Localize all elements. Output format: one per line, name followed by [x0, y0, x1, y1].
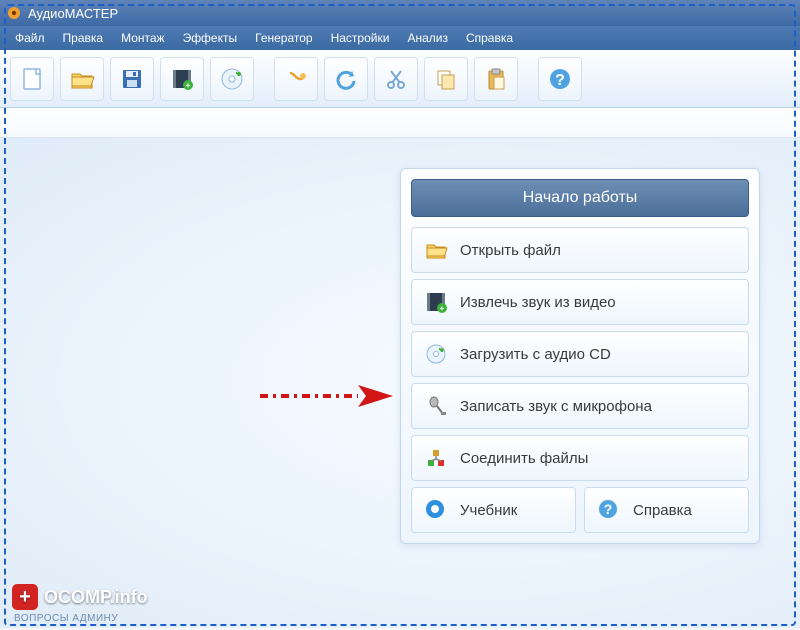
start-merge-files[interactable]: Соединить файлы — [411, 435, 749, 481]
merge-icon — [424, 446, 448, 470]
cd-icon — [424, 342, 448, 366]
toolbar-new[interactable] — [10, 57, 54, 101]
start-option-label: Загрузить с аудио CD — [460, 346, 611, 363]
start-bottom-label: Справка — [633, 502, 692, 519]
svg-text:+: + — [440, 304, 445, 313]
toolbar-undo[interactable] — [324, 57, 368, 101]
folder-icon — [424, 238, 448, 262]
start-help[interactable]: ? Справка — [584, 487, 749, 533]
toolbar-video-extract[interactable]: + — [160, 57, 204, 101]
app-window: АудиоМАСТЕР Файл Правка Монтаж Эффекты Г… — [0, 0, 800, 630]
start-option-label: Записать звук с микрофона — [460, 398, 652, 415]
start-panel: Начало работы Открыть файл + Извлечь зву… — [400, 168, 760, 544]
menu-edit[interactable]: Правка — [54, 31, 113, 45]
menu-montage[interactable]: Монтаж — [112, 31, 174, 45]
sub-toolbar — [0, 108, 800, 138]
app-icon — [6, 5, 22, 21]
start-option-label: Соединить файлы — [460, 450, 588, 467]
help-icon: ? — [597, 498, 621, 522]
toolbar-cut[interactable] — [374, 57, 418, 101]
book-icon — [424, 498, 448, 522]
start-tutorial[interactable]: Учебник — [411, 487, 576, 533]
toolbar-effects[interactable] — [274, 57, 318, 101]
svg-text:+: + — [186, 81, 191, 90]
start-panel-title: Начало работы — [411, 179, 749, 217]
start-open-file[interactable]: Открыть файл — [411, 227, 749, 273]
watermark-badge-icon: + — [12, 584, 38, 610]
start-option-label: Открыть файл — [460, 242, 561, 259]
svg-text:?: ? — [604, 501, 613, 517]
video-icon: + — [424, 290, 448, 314]
toolbar-help[interactable]: ? — [538, 57, 582, 101]
toolbar: + ? — [0, 50, 800, 108]
toolbar-cd-import[interactable] — [210, 57, 254, 101]
menu-generator[interactable]: Генератор — [246, 31, 321, 45]
start-load-cd[interactable]: Загрузить с аудио CD — [411, 331, 749, 377]
arrow-annotation — [258, 381, 398, 411]
toolbar-copy[interactable] — [424, 57, 468, 101]
app-title: АудиоМАСТЕР — [28, 6, 118, 21]
svg-text:?: ? — [555, 72, 565, 89]
menu-help[interactable]: Справка — [457, 31, 522, 45]
titlebar: АудиоМАСТЕР — [0, 0, 800, 26]
watermark: + OCOMP.info — [12, 584, 148, 610]
menu-analysis[interactable]: Анализ — [398, 31, 457, 45]
workspace: Начало работы Открыть файл + Извлечь зву… — [0, 138, 800, 628]
menu-effects[interactable]: Эффекты — [174, 31, 247, 45]
mic-icon — [424, 394, 448, 418]
start-bottom-label: Учебник — [460, 502, 517, 519]
watermark-sub: ВОПРОСЫ АДМИНУ — [14, 613, 118, 624]
menu-settings[interactable]: Настройки — [322, 31, 399, 45]
start-record-mic[interactable]: Записать звук с микрофона — [411, 383, 749, 429]
menubar: Файл Правка Монтаж Эффекты Генератор Нас… — [0, 26, 800, 50]
menu-file[interactable]: Файл — [6, 31, 54, 45]
toolbar-paste[interactable] — [474, 57, 518, 101]
start-extract-video[interactable]: + Извлечь звук из видео — [411, 279, 749, 325]
toolbar-open[interactable] — [60, 57, 104, 101]
start-option-label: Извлечь звук из видео — [460, 294, 616, 311]
watermark-text: OCOMP.info — [44, 587, 148, 608]
toolbar-save[interactable] — [110, 57, 154, 101]
